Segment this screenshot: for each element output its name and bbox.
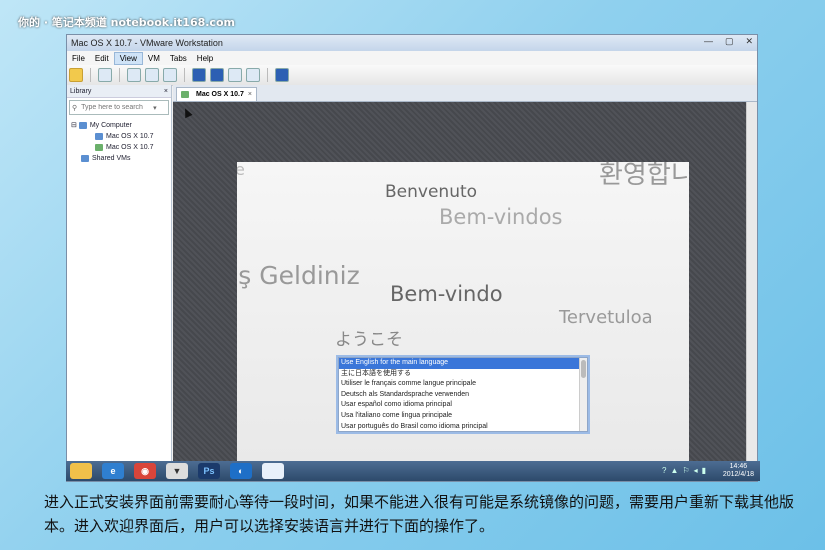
welcome-word: oş Geldiniz: [237, 261, 360, 290]
library-panel: Library × ⚲ ▾ ⊟ My Computer Mac OS X 10.…: [67, 85, 172, 481]
power-icon[interactable]: [69, 68, 83, 82]
toolbar-divider: [267, 68, 268, 82]
app-icon[interactable]: ▼: [166, 463, 188, 479]
vmware-window: Mac OS X 10.7 - VMware Workstation — ▢ ✕…: [66, 34, 758, 482]
tree-item-my-computer[interactable]: ⊟ My Computer: [71, 120, 171, 131]
photoshop-icon[interactable]: Ps: [198, 463, 220, 479]
show-library-icon[interactable]: [192, 68, 206, 82]
revert-snapshot-icon[interactable]: [145, 68, 159, 82]
maximize-button[interactable]: ▢: [725, 36, 734, 47]
snapshot-manager-icon[interactable]: [163, 68, 177, 82]
library-tree: ⊟ My Computer Mac OS X 10.7 Mac OS X 10.…: [67, 117, 171, 164]
welcome-word: ようこそ: [335, 330, 403, 350]
running-vm-icon: [181, 91, 189, 98]
welcome-word: 환영합니: [599, 162, 689, 190]
console-view-icon[interactable]: [275, 68, 289, 82]
welcome-word: Bem-vindo: [390, 282, 503, 306]
vm-content-area: Mac OS X 10.7 × e 환영합니 Benvenuto Bem-vin…: [173, 85, 757, 481]
thumbnail-bar-icon[interactable]: [210, 68, 224, 82]
chrome-icon[interactable]: ◉: [134, 463, 156, 479]
library-close-icon[interactable]: ×: [164, 88, 168, 95]
article-caption: 进入正式安装界面前需要耐心等待一段时间，如果不能进入很有可能是系统镜像的问题，需…: [44, 493, 795, 535]
language-option[interactable]: Utiliser le français comme langue princi…: [339, 379, 587, 390]
tree-item-shared-vms[interactable]: Shared VMs: [71, 153, 171, 164]
language-list[interactable]: Use English for the main language 主に日本語を…: [338, 357, 588, 432]
folder-icon[interactable]: [70, 463, 92, 479]
tree-item-vm[interactable]: Mac OS X 10.7: [71, 142, 171, 153]
menu-tabs[interactable]: Tabs: [165, 53, 192, 64]
welcome-word: Bem-vindos: [439, 205, 563, 229]
tray-clock[interactable]: 14:46 2012/4/18: [723, 463, 754, 479]
mac-welcome-screen: e 환영합니 Benvenuto Bem-vindos oş Geldiniz …: [237, 162, 689, 481]
running-vm-icon: [95, 143, 103, 151]
language-option[interactable]: Deutsch als Standardsprache verwenden: [339, 390, 587, 401]
welcome-word: e: [237, 162, 245, 179]
tree-item-vm[interactable]: Mac OS X 10.7: [71, 131, 171, 142]
media-icon[interactable]: ◐: [230, 463, 252, 479]
shared-vms-icon: [81, 154, 89, 162]
site-watermark: 你的 · 笔记本频道 notebook.it168.com: [18, 16, 235, 29]
snapshot-icon[interactable]: [127, 68, 141, 82]
window-title: Mac OS X 10.7 - VMware Workstation: [71, 38, 223, 48]
vmware-icon[interactable]: [262, 463, 284, 479]
close-button[interactable]: ✕: [745, 36, 753, 47]
ie-icon[interactable]: e: [102, 463, 124, 479]
library-title: Library: [70, 87, 92, 95]
tab-mac-os-x[interactable]: Mac OS X 10.7 ×: [176, 87, 257, 101]
toolbar-divider: [184, 68, 185, 82]
fullscreen-icon[interactable]: [228, 68, 242, 82]
welcome-word: Benvenuto: [385, 182, 478, 202]
vm-tab-bar: Mac OS X 10.7 ×: [173, 85, 757, 102]
vm-icon: [95, 132, 103, 140]
scrollbar-thumb[interactable]: [581, 360, 586, 378]
tab-close-icon[interactable]: ×: [248, 91, 252, 98]
language-option[interactable]: Usa l'italiano come lingua principale: [339, 411, 587, 422]
computer-icon: [78, 121, 87, 129]
language-option[interactable]: 主に日本語を使用する: [339, 369, 587, 380]
chevron-down-icon[interactable]: ▾: [153, 104, 157, 112]
toolbar: [67, 65, 757, 86]
minimize-button[interactable]: —: [704, 36, 713, 47]
vertical-scrollbar[interactable]: [746, 102, 757, 481]
menu-help[interactable]: Help: [192, 53, 218, 64]
windows-taskbar: e ◉ ▼ Ps ◐ ?▲⚐◂▮ 14:46 2012/4/18: [66, 461, 760, 481]
unity-icon[interactable]: [246, 68, 260, 82]
menu-bar: File Edit View VM Tabs Help: [67, 51, 757, 65]
system-tray-icons[interactable]: ?▲⚐◂▮: [662, 466, 710, 475]
title-bar: Mac OS X 10.7 - VMware Workstation — ▢ ✕: [67, 35, 757, 51]
menu-view[interactable]: View: [113, 51, 143, 65]
collapse-toggle-icon[interactable]: ⊟: [71, 122, 77, 129]
search-icon: ⚲: [72, 104, 80, 112]
toolbar-divider: [90, 68, 91, 82]
menu-vm[interactable]: VM: [143, 53, 165, 64]
mouse-cursor-icon: [181, 106, 193, 119]
menu-edit[interactable]: Edit: [90, 53, 114, 64]
network-icon[interactable]: [98, 68, 112, 82]
menu-file[interactable]: File: [67, 53, 90, 64]
vm-display[interactable]: e 환영합니 Benvenuto Bem-vindos oş Geldiniz …: [173, 102, 747, 481]
language-list-scrollbar[interactable]: [579, 358, 587, 431]
toolbar-divider: [119, 68, 120, 82]
library-header: Library ×: [67, 85, 171, 98]
library-search: ⚲ ▾: [69, 100, 169, 115]
library-search-input[interactable]: [79, 103, 154, 112]
language-option-selected[interactable]: Use English for the main language: [339, 358, 587, 369]
language-option[interactable]: Usar português do Brasil como idioma pri…: [339, 422, 587, 431]
welcome-word: Tervetuloa: [559, 307, 653, 328]
language-option[interactable]: Usar español como idioma principal: [339, 400, 587, 411]
